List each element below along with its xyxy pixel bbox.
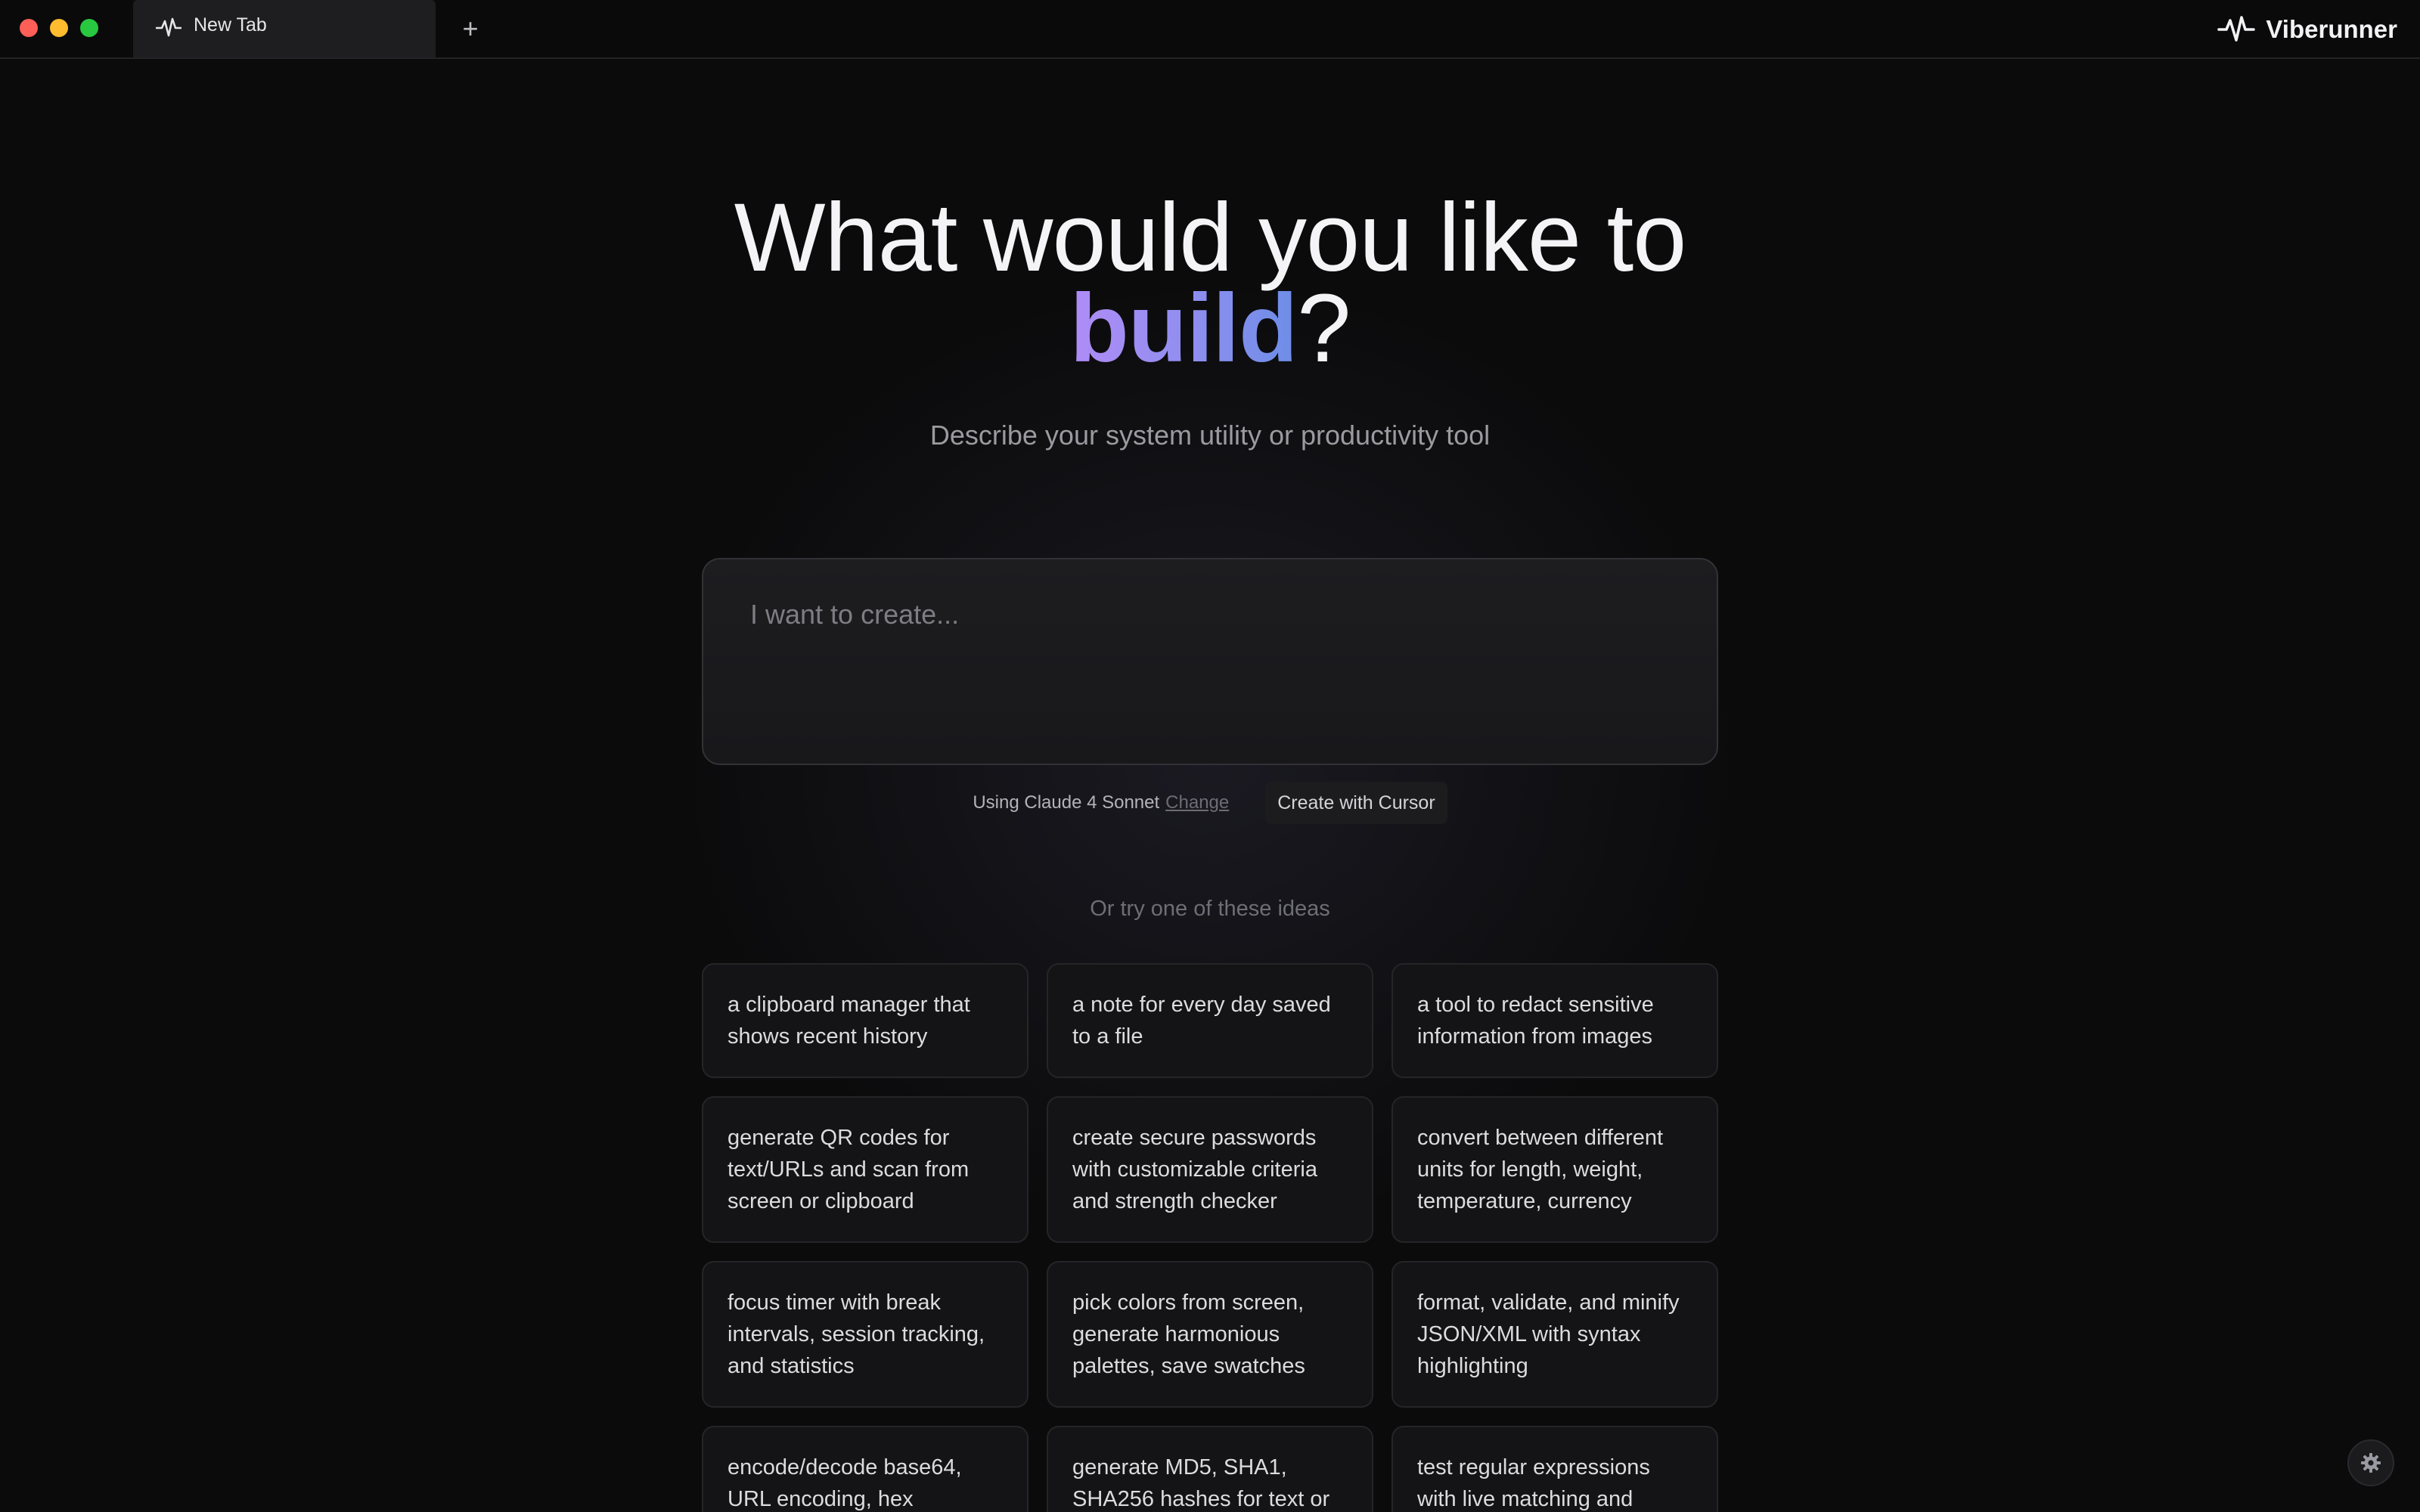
gear-icon <box>2361 1453 2381 1473</box>
app-window: New Tab + Viberunner What would you like… <box>0 0 2420 1512</box>
model-label: Using Claude 4 Sonnet <box>973 792 1160 813</box>
prompt-input[interactable] <box>750 599 1673 735</box>
tab-new-tab[interactable]: New Tab <box>133 0 436 57</box>
create-with-cursor-button[interactable]: Create with Cursor <box>1265 782 1447 824</box>
page-title-suffix: ? <box>1297 274 1351 383</box>
prompt-box <box>702 558 1718 765</box>
page-subtitle: Describe your system utility or producti… <box>929 420 1491 451</box>
minimize-window-button[interactable] <box>50 19 68 37</box>
new-tab-button[interactable]: + <box>457 14 484 44</box>
ideas-grid: a clipboard manager that shows recent hi… <box>702 963 1718 1512</box>
model-row: Using Claude 4 Sonnet Change Create with… <box>702 780 1718 826</box>
idea-card[interactable]: a tool to redact sensitive information f… <box>1392 963 1718 1078</box>
idea-card[interactable]: create secure passwords with customizabl… <box>1047 1096 1373 1243</box>
brand-name: Viberunner <box>2266 15 2397 43</box>
idea-card[interactable]: convert between different units for leng… <box>1392 1096 1718 1243</box>
settings-button[interactable] <box>2347 1439 2394 1486</box>
idea-card[interactable]: format, validate, and minify JSON/XML wi… <box>1392 1261 1718 1408</box>
idea-card[interactable]: test regular expressions with live match… <box>1392 1426 1718 1512</box>
idea-card[interactable]: generate MD5, SHA1, SHA256 hashes for te… <box>1047 1426 1373 1512</box>
brand: Viberunner <box>2217 14 2397 45</box>
title-bar: New Tab + Viberunner <box>0 0 2420 59</box>
ideas-heading: Or try one of these ideas <box>1090 897 1330 921</box>
activity-pulse-icon <box>156 17 182 37</box>
change-model-link[interactable]: Change <box>1165 792 1229 813</box>
tab-title: New Tab <box>194 14 267 36</box>
idea-card[interactable]: a clipboard manager that shows recent hi… <box>702 963 1028 1078</box>
page-title: What would you like to build? <box>454 190 1966 377</box>
idea-card[interactable]: encode/decode base64, URL encoding, hex <box>702 1426 1028 1512</box>
idea-card[interactable]: a note for every day saved to a file <box>1047 963 1373 1078</box>
page-title-accent: build <box>1069 274 1298 383</box>
idea-card[interactable]: generate QR codes for text/URLs and scan… <box>702 1096 1028 1243</box>
idea-card[interactable]: pick colors from screen, generate harmon… <box>1047 1261 1373 1408</box>
zoom-window-button[interactable] <box>80 19 98 37</box>
close-window-button[interactable] <box>20 19 38 37</box>
idea-card[interactable]: focus timer with break intervals, sessio… <box>702 1261 1028 1408</box>
activity-pulse-icon <box>2217 16 2256 42</box>
